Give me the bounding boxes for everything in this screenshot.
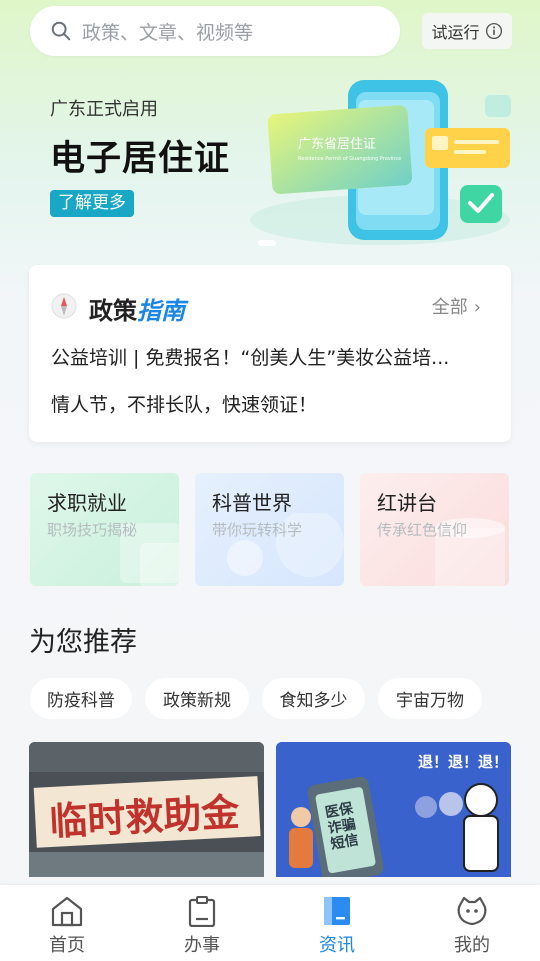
policy-guide-title: 政策指南 — [89, 291, 185, 326]
banner-subtitle: 广东正式启用 — [50, 99, 158, 120]
nav-item-profile[interactable]: 我的 — [422, 895, 522, 957]
category-tile-jobs[interactable]: 求职就业 职场技巧揭秘 — [30, 473, 179, 586]
policy-title-accent: 指南 — [137, 297, 185, 325]
search-bar[interactable]: 政策、文章、视频等 — [30, 6, 400, 56]
chevron-right-icon: › — [473, 297, 481, 318]
category-tile-red-lecture[interactable]: 红讲台 传承红色信仰 — [360, 473, 509, 586]
view-all-label: 全部 — [431, 297, 468, 318]
policy-guide-card: 政策指南 全部 › 公益培训 | 免费报名！“创美人生”美妆公益培... 情人节，… — [29, 265, 511, 442]
topic-chip[interactable]: 食知多少 — [262, 678, 365, 719]
bottom-nav: 首页 办事 资讯 我的 — [0, 885, 540, 961]
policy-news-item[interactable]: 公益培训 | 免费报名！“创美人生”美妆公益培... — [51, 343, 449, 370]
news-icon — [324, 897, 350, 925]
view-all-link[interactable]: 全部 › — [432, 293, 481, 319]
nav-item-services[interactable]: 办事 — [152, 895, 252, 957]
article-image: 退！退！退！ 医保诈骗短信 — [276, 742, 511, 877]
category-title: 求职就业 — [47, 491, 127, 515]
topic-chip[interactable]: 宇宙万物 — [378, 678, 482, 719]
policy-title-prefix: 政策 — [89, 297, 137, 325]
topic-chip[interactable]: 政策新规 — [145, 678, 249, 719]
nav-label: 我的 — [454, 935, 490, 956]
category-subtitle: 带你玩转科学 — [212, 521, 303, 539]
category-tile-science[interactable]: 科普世界 带你玩转科学 — [195, 473, 344, 586]
search-placeholder: 政策、文章、视频等 — [82, 21, 254, 44]
nav-item-home[interactable]: 首页 — [17, 895, 117, 957]
article-thumbnail[interactable]: 临时救助金 — [29, 742, 264, 877]
category-subtitle: 传承红色信仰 — [377, 521, 468, 539]
trial-label: 试运行 — [431, 23, 480, 42]
category-title: 科普世界 — [212, 491, 292, 515]
article-image: 临时救助金 — [29, 742, 264, 877]
home-icon — [51, 896, 83, 927]
topic-chip[interactable]: 防疫科普 — [30, 678, 132, 719]
recommend-title: 为您推荐 — [29, 627, 137, 658]
learn-more-button[interactable]: 了解更多 — [50, 190, 134, 217]
nav-label: 办事 — [184, 935, 220, 956]
profile-icon — [457, 896, 487, 926]
search-icon — [51, 21, 71, 41]
banner-card-text: 广东省居住证 — [298, 137, 376, 152]
banner-illustration[interactable]: 广东省居住证 Residence Permit of Guangdong Pro… — [240, 70, 530, 255]
trial-badge[interactable]: 试运行 — [422, 13, 512, 49]
nav-label: 首页 — [49, 935, 85, 956]
compass-icon — [51, 293, 77, 319]
nav-item-news[interactable]: 资讯 — [287, 895, 387, 957]
category-title: 红讲台 — [377, 491, 437, 515]
article-thumbnail[interactable]: 退！退！退！ 医保诈骗短信 — [276, 742, 511, 877]
policy-news-item[interactable]: 情人节，不排长队，快速领证！ — [51, 390, 317, 417]
info-icon — [485, 22, 502, 40]
banner-title: 电子居住证 — [50, 139, 231, 179]
nav-label: 资讯 — [319, 935, 355, 956]
category-subtitle: 职场技巧揭秘 — [47, 521, 138, 539]
article-thumb-top-text: 退！退！退！ — [418, 753, 508, 771]
clipboard-icon — [188, 896, 216, 927]
banner-card-subtext: Residence Permit of Guangdong Province — [298, 156, 401, 162]
